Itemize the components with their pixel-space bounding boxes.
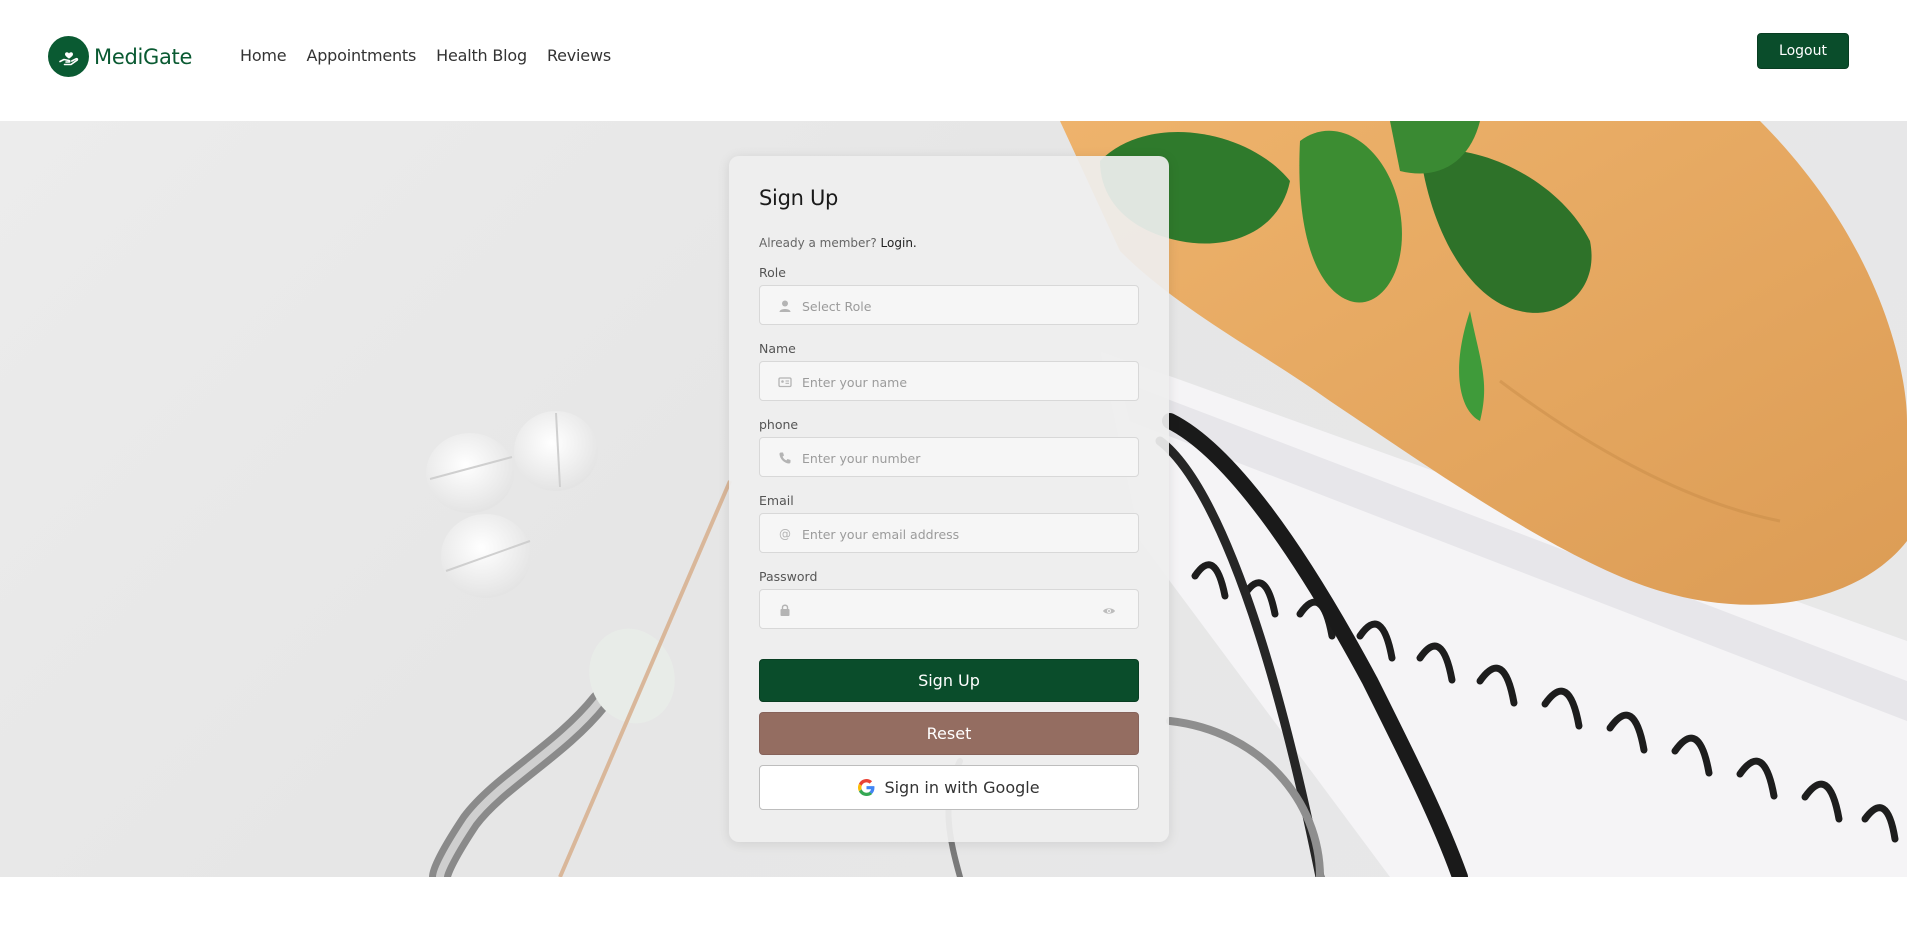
phone-field[interactable] xyxy=(759,437,1139,478)
main-nav: Home Appointments Health Blog Reviews xyxy=(240,46,631,65)
user-icon xyxy=(778,299,792,313)
logout-button[interactable]: Logout xyxy=(1757,33,1849,69)
email-input[interactable] xyxy=(800,514,1104,554)
role-label: Role xyxy=(759,265,786,280)
google-signin-button[interactable]: Sign in with Google xyxy=(759,765,1139,810)
role-select[interactable] xyxy=(759,285,1139,326)
name-field[interactable] xyxy=(759,361,1139,402)
id-card-icon xyxy=(778,375,792,389)
brand[interactable]: MediGate xyxy=(48,36,192,77)
name-label: Name xyxy=(759,341,796,356)
member-prompt-text: Already a member? xyxy=(759,236,877,250)
nav-health-blog[interactable]: Health Blog xyxy=(436,46,527,65)
email-field[interactable]: @ xyxy=(759,513,1139,554)
google-icon xyxy=(858,779,875,796)
hand-heart-icon xyxy=(48,36,89,77)
signup-card: Sign Up Already a member? Login. Role Na… xyxy=(729,156,1169,842)
phone-input[interactable] xyxy=(800,438,1104,478)
page-bottom xyxy=(0,877,1907,926)
name-input[interactable] xyxy=(800,362,1104,402)
eye-icon[interactable] xyxy=(1102,603,1116,617)
phone-label: phone xyxy=(759,417,799,432)
role-input[interactable] xyxy=(800,286,1104,326)
password-label: Password xyxy=(759,569,818,584)
nav-appointments[interactable]: Appointments xyxy=(306,46,416,65)
password-field[interactable] xyxy=(759,589,1139,630)
google-button-label: Sign in with Google xyxy=(884,778,1040,797)
email-label: Email xyxy=(759,493,794,508)
brand-name: MediGate xyxy=(94,44,193,69)
login-link[interactable]: Login. xyxy=(881,236,917,250)
form-title: Sign Up xyxy=(759,186,839,210)
phone-icon xyxy=(778,451,792,465)
nav-home[interactable]: Home xyxy=(240,46,287,65)
member-prompt: Already a member? Login. xyxy=(759,236,917,250)
lock-icon xyxy=(778,603,792,617)
at-icon: @ xyxy=(779,527,791,541)
nav-reviews[interactable]: Reviews xyxy=(547,46,611,65)
top-navbar: MediGate Home Appointments Health Blog R… xyxy=(0,0,1907,121)
password-input[interactable] xyxy=(800,590,1104,630)
signup-button[interactable]: Sign Up xyxy=(759,659,1139,702)
reset-button[interactable]: Reset xyxy=(759,712,1139,755)
